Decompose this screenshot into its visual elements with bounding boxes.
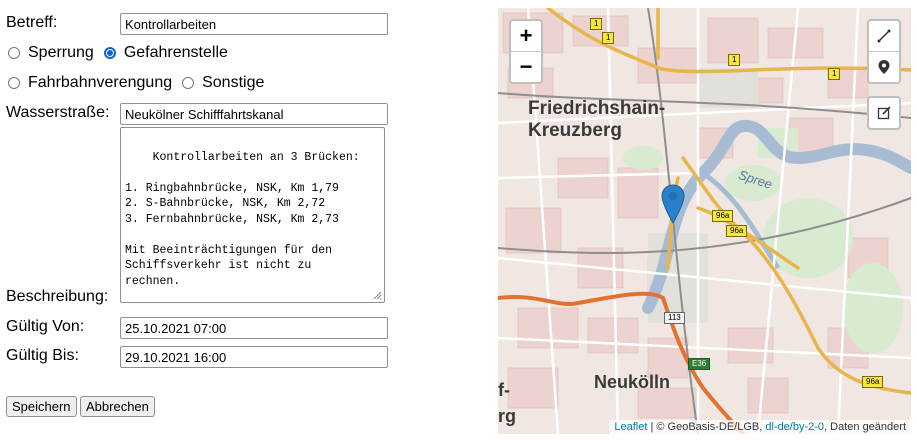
place-label-neukoelln: Neukölln xyxy=(594,372,671,392)
betreff-input[interactable] xyxy=(120,13,388,35)
place-label-friedrichshain: Friedrichshain- xyxy=(528,98,666,119)
betreff-label: Betreff: xyxy=(6,14,58,31)
resize-grip-icon[interactable] xyxy=(372,290,382,300)
zoom-out-button[interactable]: − xyxy=(511,51,541,82)
save-button[interactable]: Speichern xyxy=(6,396,77,417)
road-shield: 113 xyxy=(664,312,685,324)
road-shield: 1 xyxy=(602,32,615,44)
radio-sperrung[interactable]: Sperrung xyxy=(8,44,94,62)
map-attribution: Leaflet | © GeoBasis-DE/LGB, dl-de/by-2-… xyxy=(609,420,911,434)
beschreibung-text: Kontrollarbeiten an 3 Brücken: 1. Ringba… xyxy=(125,150,360,288)
radio-label: Gefahrenstelle xyxy=(123,44,228,61)
wasserstrasse-label: Wasserstraße: xyxy=(6,104,110,121)
road-shield: 1 xyxy=(828,68,841,80)
gueltig-von-input[interactable] xyxy=(120,317,388,339)
road-shield: 1 xyxy=(728,54,741,66)
map-view[interactable]: Friedrichshain- Kreuzberg Neukölln f- rg… xyxy=(498,8,911,434)
road-shield: 96a xyxy=(726,225,748,237)
gueltig-bis-input[interactable] xyxy=(120,346,388,368)
zoom-in-button[interactable]: + xyxy=(511,21,541,51)
type-radio-row-1: Sperrung Gefahrenstelle xyxy=(8,44,238,62)
radio-label: Sperrung xyxy=(28,44,94,61)
radio-gefahrenstelle[interactable]: Gefahrenstelle xyxy=(103,44,228,62)
gueltig-von-label: Gültig Von: xyxy=(6,318,85,335)
attribution-text: , Daten geändert xyxy=(824,421,906,433)
zoom-control: + − xyxy=(509,19,543,84)
wasserstrasse-input[interactable] xyxy=(120,103,388,125)
radio-button[interactable] xyxy=(182,77,195,89)
road-shield: 96a xyxy=(862,376,884,388)
beschreibung-label: Beschreibung: xyxy=(6,288,109,305)
place-label-kreuzberg: Kreuzberg xyxy=(528,120,622,141)
location-marker-icon[interactable] xyxy=(661,184,685,224)
gueltig-bis-label: Gültig Bis: xyxy=(6,347,79,364)
notice-form: Betreff: Sperrung Gefahrenstelle Fahrbah… xyxy=(0,0,400,440)
license-link[interactable]: dl-de/by-2-0 xyxy=(765,421,824,433)
draw-marker-button[interactable] xyxy=(869,51,899,82)
radio-label: Fahrbahnverengung xyxy=(28,74,173,91)
place-label-fragment: rg xyxy=(498,406,516,426)
cancel-button[interactable]: Abbrechen xyxy=(80,396,155,417)
road-shield: E36 xyxy=(688,358,711,370)
radio-button[interactable] xyxy=(8,77,20,89)
polyline-icon xyxy=(877,29,891,43)
radio-fahrbahnverengung[interactable]: Fahrbahnverengung xyxy=(8,74,172,92)
place-label-fragment: f- xyxy=(498,380,510,400)
map-tiles xyxy=(498,8,911,434)
radio-sonstige[interactable]: Sonstige xyxy=(182,74,264,92)
radio-label: Sonstige xyxy=(202,74,265,91)
road-shield: 96a xyxy=(712,210,734,222)
marker-icon xyxy=(878,60,890,74)
edit-layers-button[interactable] xyxy=(869,98,899,128)
beschreibung-textarea[interactable]: Kontrollarbeiten an 3 Brücken: 1. Ringba… xyxy=(120,127,385,303)
type-radio-row-2: Fahrbahnverengung Sonstige xyxy=(8,74,274,92)
attribution-text: | © GeoBasis-DE/LGB, xyxy=(647,421,766,433)
leaflet-link[interactable]: Leaflet xyxy=(614,421,647,433)
edit-toolbar xyxy=(867,96,901,130)
radio-button-checked[interactable] xyxy=(103,47,116,59)
draw-polyline-button[interactable] xyxy=(869,21,899,51)
edit-icon xyxy=(877,106,891,120)
road-shield: 1 xyxy=(590,18,603,30)
radio-button[interactable] xyxy=(8,47,20,59)
draw-toolbar xyxy=(867,19,901,84)
